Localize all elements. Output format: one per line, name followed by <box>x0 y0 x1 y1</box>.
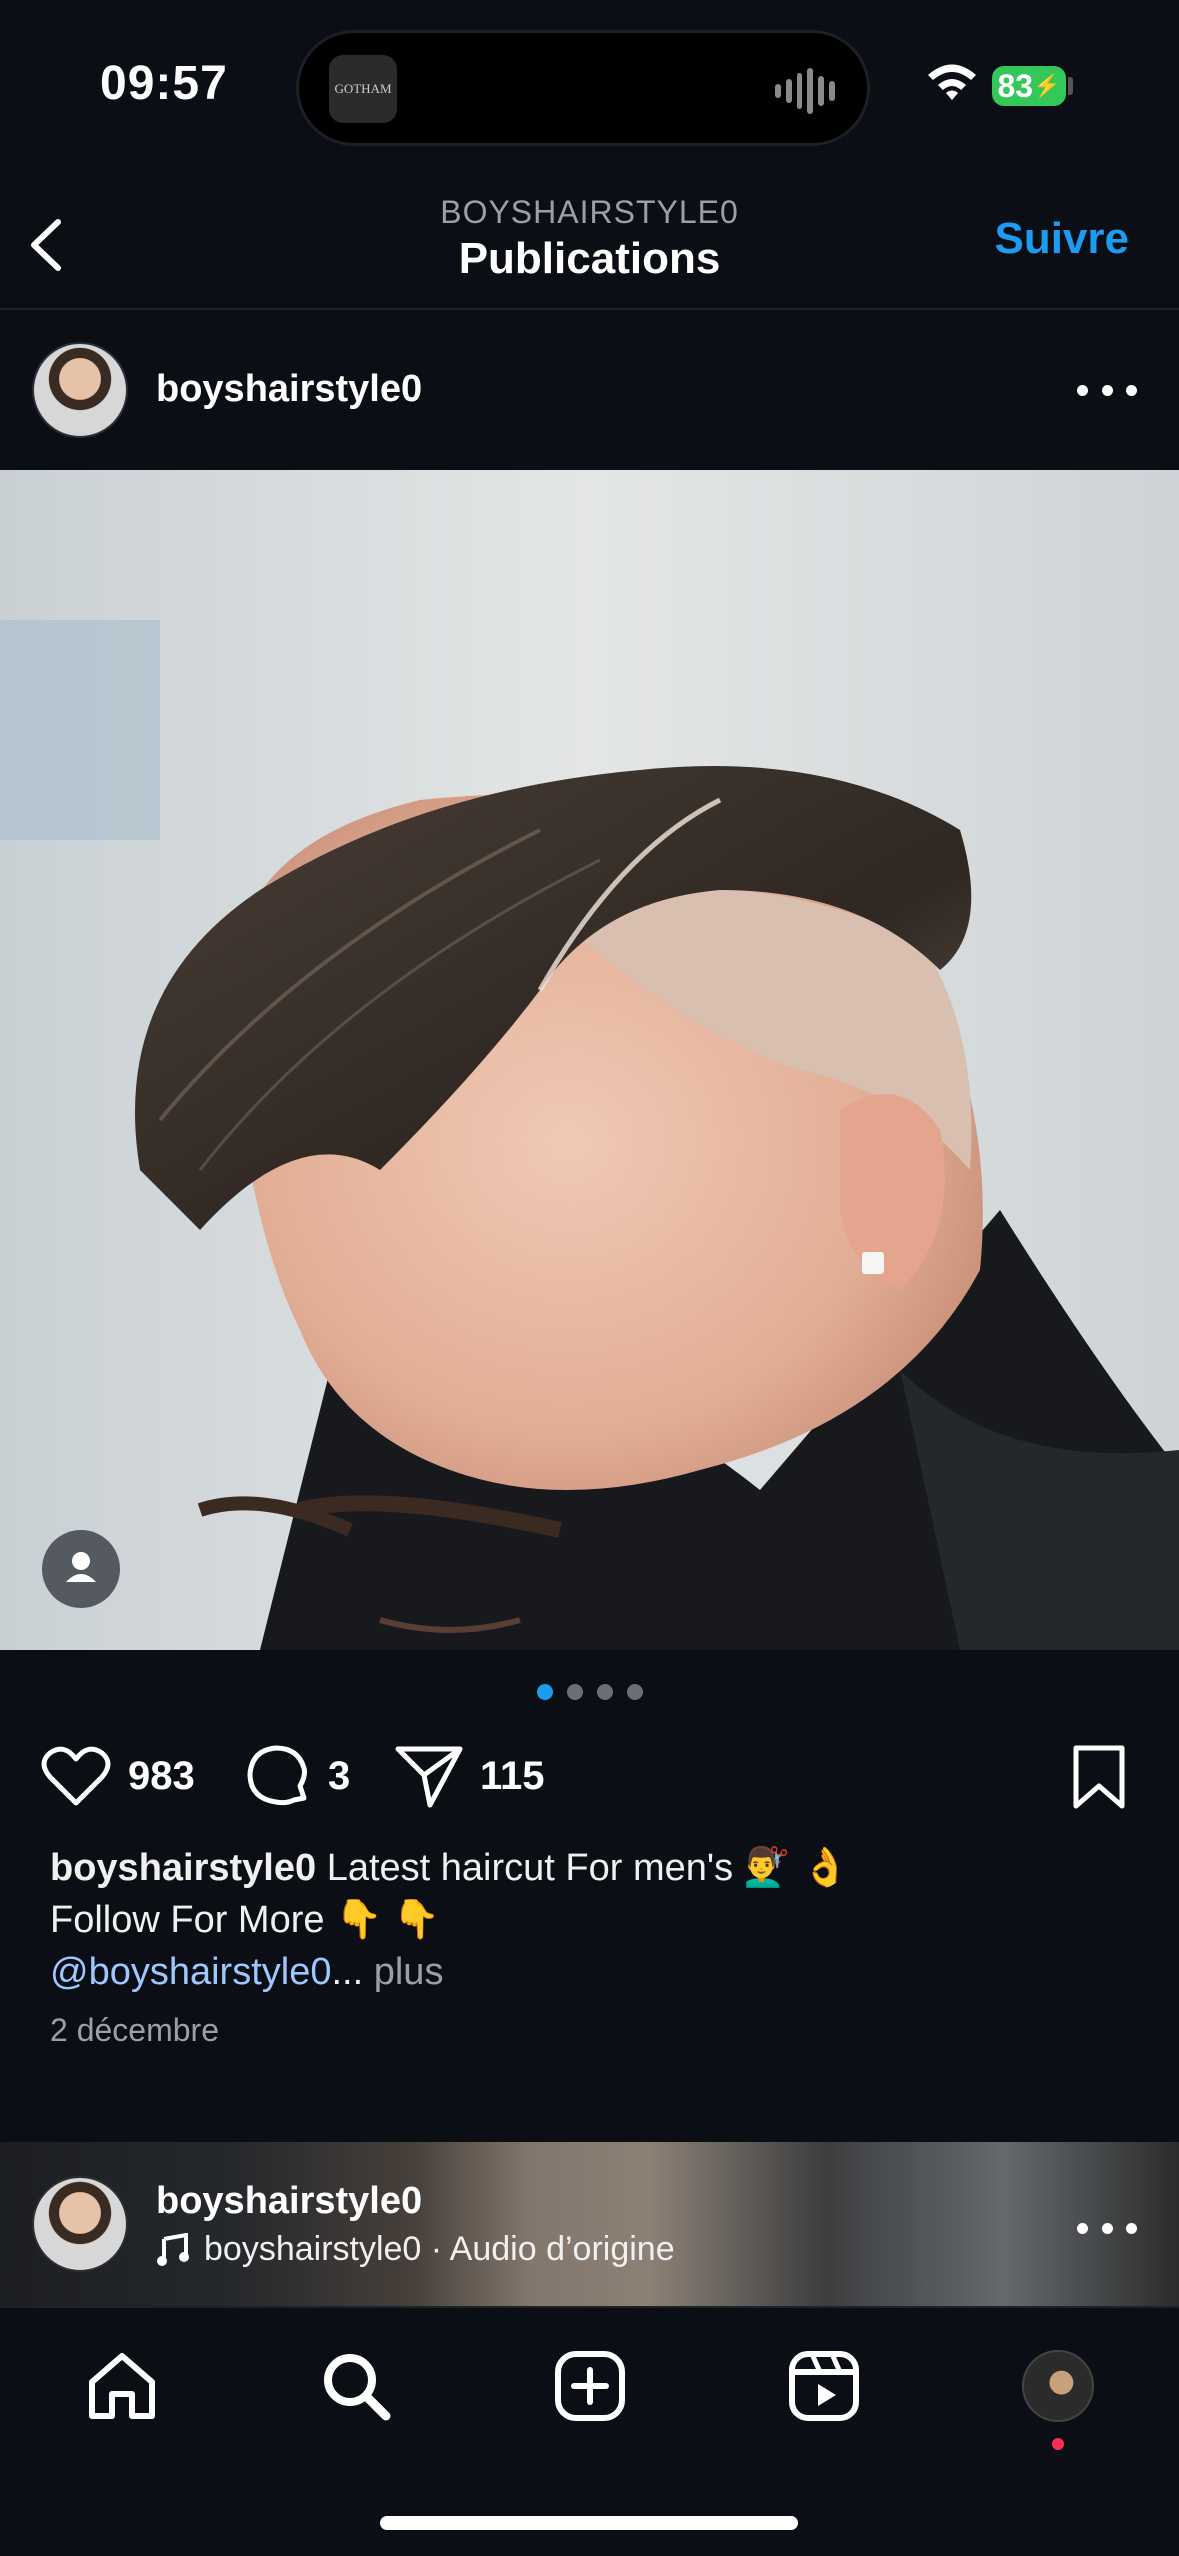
home-icon[interactable] <box>84 2348 160 2424</box>
status-bar: 09:57 GOTHAM 83 ⚡ <box>0 0 1179 180</box>
more-dots-icon[interactable] <box>1077 380 1137 400</box>
carousel-indicator <box>0 1684 1179 1700</box>
post-caption: boyshairstyle0 Latest haircut For men's … <box>50 1842 1130 1998</box>
reels-icon[interactable] <box>786 2348 862 2424</box>
caption-username[interactable]: boyshairstyle0 <box>50 1847 316 1889</box>
follow-button[interactable]: Suivre <box>994 214 1129 264</box>
haircut-photo <box>0 470 1179 1650</box>
top-navigation: BOYSHAIRSTYLE0 Publications Suivre <box>0 180 1179 310</box>
like-count: 983 <box>128 1753 195 1798</box>
share-action[interactable]: 115 <box>394 1736 545 1816</box>
post-date: 2 décembre <box>50 2012 219 2048</box>
next-post-avatar[interactable] <box>32 2176 128 2272</box>
share-icon[interactable] <box>394 1743 464 1809</box>
audio-waveform-icon <box>775 67 835 115</box>
battery-level: 83 <box>997 67 1034 104</box>
caption-more-link[interactable]: plus <box>363 1951 444 1993</box>
music-note-icon <box>157 2232 189 2266</box>
home-indicator[interactable] <box>380 2516 798 2530</box>
avatar[interactable] <box>32 342 128 438</box>
comment-action[interactable]: 3 <box>244 1736 350 1816</box>
comment-count: 3 <box>328 1753 351 1798</box>
battery-cap <box>1068 77 1073 95</box>
island-app-thumbnail: GOTHAM <box>329 55 397 123</box>
next-post-preview[interactable]: boyshairstyle0 boyshairstyle0 · Audio d’… <box>0 2142 1179 2306</box>
caption-mention[interactable]: @boyshairstyle0 <box>50 1951 331 1993</box>
post-actions: 983 3 115 <box>0 1736 1179 1816</box>
caption-text: Latest haircut For men's 💇‍♂️ 👌 <box>316 1847 849 1889</box>
bookmark-icon[interactable] <box>1070 1744 1128 1810</box>
tab-home[interactable] <box>84 2348 160 2424</box>
share-count: 115 <box>480 1753 545 1798</box>
battery-indicator: 83 ⚡ <box>992 66 1066 106</box>
next-post-overlay <box>0 2142 1179 2306</box>
search-icon[interactable] <box>318 2348 394 2424</box>
tab-search[interactable] <box>318 2348 394 2424</box>
more-dots-icon[interactable] <box>1077 2218 1137 2238</box>
tab-create[interactable] <box>552 2348 628 2424</box>
create-icon[interactable] <box>552 2348 628 2424</box>
comment-icon[interactable] <box>244 1742 312 1810</box>
like-action[interactable]: 983 <box>40 1736 195 1816</box>
carousel-dot <box>566 1684 583 1700</box>
audio-label: boyshairstyle0 · Audio d’origine <box>204 2230 675 2268</box>
tab-reels[interactable] <box>786 2348 862 2424</box>
status-time: 09:57 <box>100 57 228 110</box>
caption-ellipsis: ... <box>331 1951 364 1993</box>
person-tag-icon[interactable] <box>42 1530 120 1608</box>
next-post-username[interactable]: boyshairstyle0 <box>156 2180 422 2223</box>
carousel-dot-active <box>536 1684 553 1700</box>
post-username[interactable]: boyshairstyle0 <box>156 368 422 411</box>
tab-profile-avatar[interactable] <box>1022 2350 1094 2422</box>
carousel-dot <box>596 1684 613 1700</box>
caption-line2: Follow For More 👇 👇 <box>50 1899 441 1941</box>
next-post-audio[interactable]: boyshairstyle0 · Audio d’origine <box>156 2230 675 2269</box>
post-header: boyshairstyle0 <box>0 310 1179 470</box>
carousel-dot <box>626 1684 643 1700</box>
heart-icon[interactable] <box>40 1743 112 1809</box>
profile-notification-dot <box>1052 2438 1064 2450</box>
post-image[interactable] <box>0 470 1179 1650</box>
dynamic-island[interactable]: GOTHAM <box>296 30 870 146</box>
wifi-icon <box>928 64 976 100</box>
